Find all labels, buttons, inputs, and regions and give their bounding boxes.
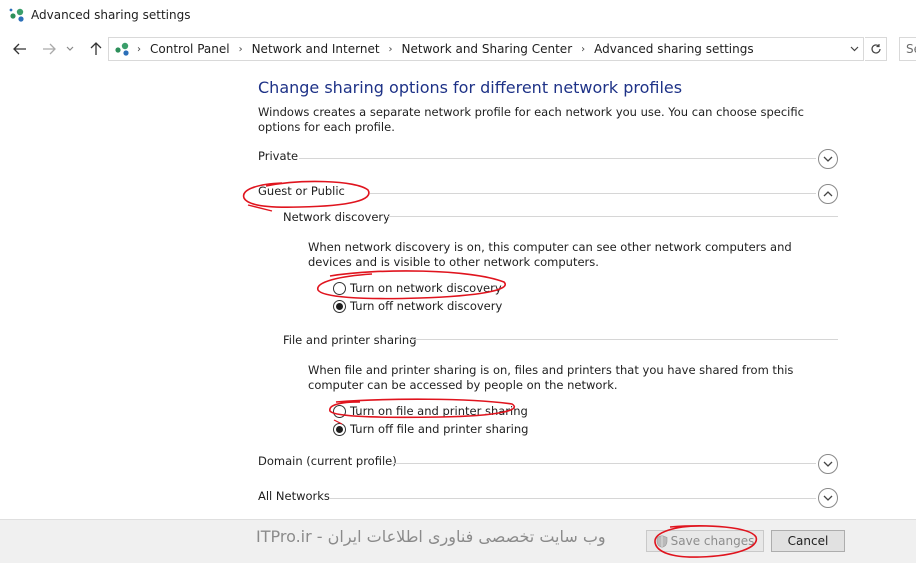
- expand-private-button[interactable]: [818, 149, 838, 169]
- forward-button[interactable]: [39, 38, 59, 60]
- network-discovery-on-label[interactable]: Turn on network discovery: [350, 281, 502, 295]
- window: Advanced sharing settings › Control Pane…: [0, 0, 916, 563]
- address-history-button[interactable]: [847, 41, 861, 57]
- network-discovery-heading: Network discovery: [283, 210, 390, 224]
- uac-shield-icon: [656, 534, 667, 548]
- breadcrumb-separator: ›: [137, 43, 141, 55]
- breadcrumb: › Control Panel › Network and Internet ›…: [137, 42, 754, 56]
- chevron-down-icon: [823, 495, 833, 501]
- profile-private[interactable]: Private: [258, 149, 298, 163]
- search-input[interactable]: Se: [899, 37, 916, 61]
- save-changes-label: Save changes: [670, 534, 755, 548]
- collapse-guest-button[interactable]: [818, 184, 838, 204]
- file-sharing-heading: File and printer sharing: [283, 333, 417, 347]
- network-discovery-off-radio[interactable]: [333, 299, 346, 313]
- back-button[interactable]: [10, 38, 30, 60]
- divider: [410, 339, 838, 340]
- breadcrumb-separator[interactable]: ›: [581, 44, 585, 55]
- file-sharing-on-radio[interactable]: [333, 404, 346, 418]
- divider: [370, 193, 816, 194]
- file-sharing-off-radio[interactable]: [333, 422, 346, 436]
- profile-all-networks[interactable]: All Networks: [258, 489, 330, 503]
- breadcrumb-separator[interactable]: ›: [389, 44, 393, 55]
- up-arrow-icon: [90, 42, 102, 55]
- window-title: Advanced sharing settings: [31, 8, 191, 22]
- expand-all-networks-button[interactable]: [818, 488, 838, 508]
- network-location-icon: [115, 42, 129, 56]
- page-title: Change sharing options for different net…: [258, 78, 683, 97]
- network-discovery-off-label[interactable]: Turn off network discovery: [350, 299, 502, 313]
- network-discovery-on-radio[interactable]: [333, 281, 346, 295]
- breadcrumb-network-sharing-center[interactable]: Network and Sharing Center: [402, 42, 573, 56]
- profile-domain-label: Domain (current profile): [258, 454, 397, 468]
- save-changes-button[interactable]: Save changes: [646, 530, 764, 552]
- breadcrumb-control-panel[interactable]: Control Panel: [150, 42, 230, 56]
- profile-guest-label: Guest or Public: [258, 184, 345, 198]
- file-sharing-off-option[interactable]: Turn off file and printer sharing: [333, 422, 528, 436]
- breadcrumb-separator[interactable]: ›: [239, 44, 243, 55]
- chevron-down-icon: [850, 46, 858, 52]
- main-content: Change sharing options for different net…: [0, 64, 916, 519]
- chevron-down-icon: [66, 46, 74, 51]
- divider: [390, 463, 816, 464]
- network-discovery-description: When network discovery is on, this compu…: [308, 240, 792, 269]
- profile-guest-public[interactable]: Guest or Public: [258, 184, 345, 198]
- divider: [388, 216, 838, 217]
- chevron-down-icon: [823, 461, 833, 467]
- profile-domain[interactable]: Domain (current profile): [258, 454, 397, 468]
- file-sharing-off-label[interactable]: Turn off file and printer sharing: [350, 422, 528, 436]
- breadcrumb-advanced-sharing[interactable]: Advanced sharing settings: [594, 42, 753, 56]
- network-sharing-icon: [9, 8, 24, 22]
- up-button[interactable]: [86, 38, 106, 60]
- network-discovery-off-option[interactable]: Turn off network discovery: [333, 299, 502, 313]
- chevron-down-icon: [823, 156, 833, 162]
- network-discovery-on-option[interactable]: Turn on network discovery: [333, 281, 502, 295]
- cancel-button[interactable]: Cancel: [771, 530, 845, 552]
- breadcrumb-network-internet[interactable]: Network and Internet: [252, 42, 380, 56]
- watermark-text: ITPro.ir - وب سایت تخصصی فناوری اطلاعات …: [256, 527, 606, 546]
- file-sharing-on-label[interactable]: Turn on file and printer sharing: [350, 404, 528, 418]
- footer-bar: ITPro.ir - وب سایت تخصصی فناوری اطلاعات …: [0, 519, 916, 563]
- back-arrow-icon: [13, 43, 26, 55]
- refresh-icon: [870, 44, 881, 54]
- file-sharing-on-option[interactable]: Turn on file and printer sharing: [333, 404, 528, 418]
- navigation-bar: › Control Panel › Network and Internet ›…: [0, 36, 916, 62]
- expand-domain-button[interactable]: [818, 454, 838, 474]
- profile-all-label: All Networks: [258, 489, 330, 503]
- refresh-button[interactable]: [865, 37, 887, 61]
- divider: [330, 498, 816, 499]
- page-description: Windows creates a separate network profi…: [258, 105, 804, 134]
- profile-private-label: Private: [258, 149, 299, 163]
- chevron-up-icon: [823, 191, 833, 197]
- forward-arrow-icon: [43, 43, 56, 55]
- file-sharing-description: When file and printer sharing is on, fil…: [308, 363, 794, 392]
- recent-locations-button[interactable]: [63, 38, 77, 60]
- divider: [299, 158, 816, 159]
- address-bar[interactable]: › Control Panel › Network and Internet ›…: [108, 37, 864, 61]
- title-bar: Advanced sharing settings: [0, 0, 916, 32]
